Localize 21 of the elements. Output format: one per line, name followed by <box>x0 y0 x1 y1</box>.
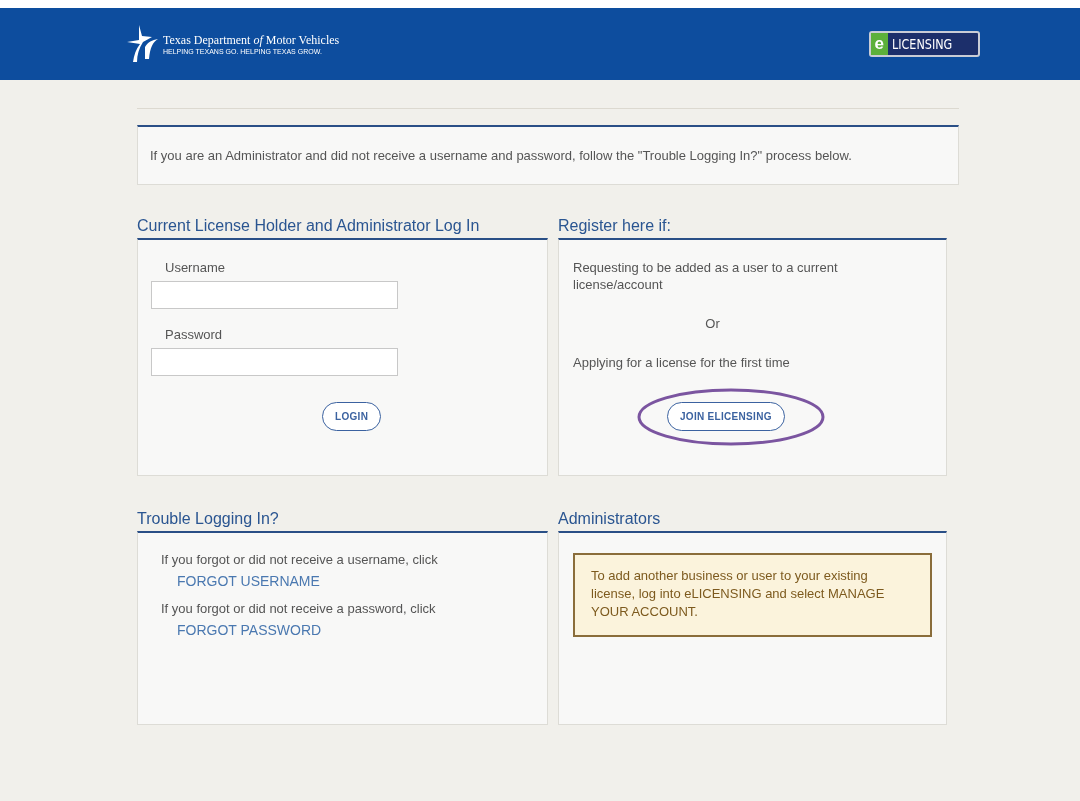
join-button[interactable]: JOIN ELICENSING <box>667 402 785 431</box>
section-heading: Administrators <box>558 509 662 529</box>
register-option: Applying for a license for the first time <box>573 354 863 371</box>
register-option: Requesting to be added as a user to a current license/account <box>573 259 863 293</box>
field-label: Password <box>165 327 224 342</box>
separator-text: Or <box>704 315 721 332</box>
input-field[interactable] <box>151 281 398 309</box>
section-heading: Register here if: <box>558 216 672 236</box>
input-field[interactable] <box>151 348 398 376</box>
login-button[interactable]: LOGIN <box>322 402 382 431</box>
admin-message: To add another business or user to your existing license, log into eLICENSING and select MANAGE YOUR ACCOUNT. <box>573 553 932 637</box>
forgot-link[interactable]: FORGOT PASSWORD <box>177 622 322 638</box>
elicensing-logo: e LICENSING <box>868 31 980 57</box>
section-heading: Trouble Logging In? <box>137 509 280 529</box>
help-text: If you forgot or did not receive a password, click <box>161 601 437 616</box>
forgot-link[interactable]: FORGOT USERNAME <box>177 573 320 589</box>
notice-text: If you are an Administrator and did not receive a username and password, follow the "Trouble Logging In?" process below. <box>150 148 852 163</box>
help-text: If you forgot or did not receive a username, click <box>161 552 439 567</box>
section-heading: Current License Holder and Administrator Log In <box>137 216 481 236</box>
agency-name: Texas Department of Motor Vehicles <box>163 32 340 47</box>
field-label: Username <box>165 260 226 275</box>
